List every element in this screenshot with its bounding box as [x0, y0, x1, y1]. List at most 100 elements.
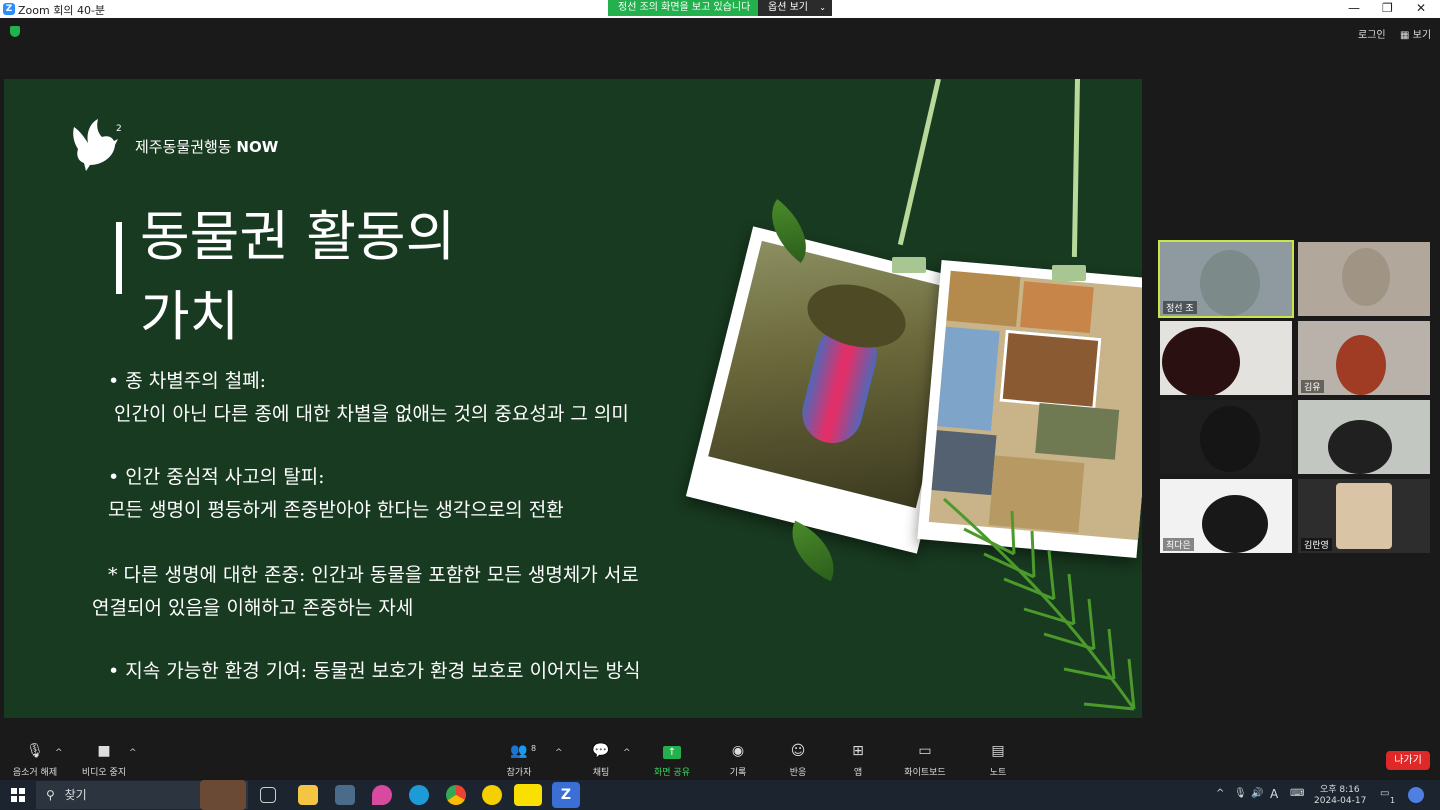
bullet-body-3: 연결되어 있음을 이해하고 존중하는 자세	[92, 597, 414, 619]
tray-expand-caret[interactable]: ^	[1216, 788, 1224, 799]
notes-label: 노트	[989, 768, 1007, 778]
participant-tile[interactable]: 정선 조	[1160, 242, 1292, 316]
bullet-heading-3: * 다른 생명에 대한 존중: 인간과 동물을 포함한 모든 생명체가 서로	[108, 564, 639, 586]
giraffe-thumbnail	[937, 326, 1000, 431]
view-options-button[interactable]: 옵션 보기 ⌄	[758, 0, 832, 16]
participant-name: 정선 조	[1163, 301, 1197, 314]
notes-button[interactable]: ▤ 노트	[963, 743, 1033, 779]
chat-options-caret[interactable]: ^	[623, 748, 631, 758]
participant-video	[1162, 327, 1240, 395]
participant-tile[interactable]: 최다은	[1160, 479, 1292, 553]
file-explorer-icon[interactable]	[298, 785, 318, 805]
taskbar-time[interactable]: 오후 8:16	[1320, 782, 1360, 795]
close-button[interactable]: ✕	[1416, 0, 1426, 16]
participant-video	[1200, 406, 1260, 472]
view-options-label: 옵션 보기	[768, 2, 808, 13]
bullet-heading-2: • 인간 중심적 사고의 탈피:	[108, 466, 325, 488]
participant-video	[1336, 335, 1386, 395]
record-label: 기록	[729, 768, 747, 778]
participant-tile[interactable]: 김란영	[1298, 479, 1430, 553]
chevron-down-icon: ⌄	[819, 3, 826, 12]
participants-icon: 👥	[510, 743, 528, 759]
stop-video-label: 비디오 중지	[81, 768, 127, 778]
login-button[interactable]: 로그인	[1358, 26, 1386, 41]
participant-tile[interactable]	[1160, 400, 1292, 474]
organization-name: 제주동물권행동 NOW	[135, 136, 278, 157]
view-button[interactable]: ▦ 보기	[1400, 26, 1431, 41]
leave-meeting-button[interactable]: 나가기	[1386, 751, 1430, 770]
lion-thumbnail	[946, 270, 1021, 327]
slide-title: 동물권 활동의 가치	[140, 197, 455, 357]
photo-clip	[1052, 265, 1086, 281]
participant-tile[interactable]	[1160, 321, 1292, 395]
apps-button[interactable]: ⊞ 앱	[823, 743, 893, 779]
edge-browser-icon[interactable]	[409, 785, 429, 805]
whiteboard-button[interactable]: ▭ 화이트보드	[890, 743, 960, 779]
window-title-bar: Z Zoom 회의 40-분 정선 조의 화면을 보고 있습니다 옵션 보기 ⌄…	[0, 0, 1440, 18]
bear-thumbnail	[999, 329, 1102, 410]
participant-tile[interactable]: 김유	[1298, 321, 1430, 395]
participant-profile-picture	[1336, 483, 1392, 549]
copilot-icon[interactable]	[1408, 787, 1424, 803]
microphone-icon[interactable]: 🎙	[1234, 788, 1247, 799]
grid-view-icon: ▦	[1400, 30, 1410, 41]
notes-icon: ▤	[991, 743, 1005, 759]
zoom-taskbar-icon[interactable]: Z	[552, 782, 580, 808]
apps-label: 앱	[853, 768, 863, 778]
share-screen-label: 화면 공유	[654, 768, 690, 778]
restore-button[interactable]: ❐	[1382, 0, 1393, 16]
share-screen-icon: ↑	[637, 744, 707, 759]
participant-tile[interactable]	[1298, 242, 1430, 316]
participant-tile[interactable]	[1298, 400, 1430, 474]
kakaotalk-icon[interactable]	[514, 784, 542, 806]
window-title: Zoom 회의 40-분	[18, 4, 106, 17]
bullet-body-2: 모든 생명이 평등하게 존중받아야 한다는 생각으로의 전환	[108, 499, 564, 521]
participants-options-caret[interactable]: ^	[555, 748, 563, 758]
notification-icon[interactable]: ▭	[1380, 788, 1389, 799]
ime-indicator[interactable]: A	[1270, 787, 1278, 801]
notification-count: 1	[1390, 796, 1396, 805]
svg-text:2: 2	[116, 124, 122, 134]
calculator-icon[interactable]	[335, 785, 355, 805]
participant-video	[1202, 495, 1268, 553]
chrome-browser-icon[interactable]	[446, 785, 466, 805]
photo-clip	[892, 257, 926, 273]
taskbar-search-label: 찾기	[64, 788, 87, 802]
participant-name: 김란영	[1301, 538, 1332, 551]
screen-share-banner: 정선 조의 화면을 보고 있습니다	[608, 0, 761, 16]
minimize-button[interactable]: —	[1348, 0, 1360, 16]
reactions-label: 반응	[789, 768, 807, 778]
participants-button[interactable]: 👥 8 참가자	[484, 743, 554, 779]
participant-video	[1200, 250, 1260, 316]
chat-label: 채팅	[592, 768, 610, 778]
participants-label: 참가자	[506, 768, 532, 778]
shield-icon[interactable]	[10, 26, 20, 37]
crocodile-thumbnail	[1035, 403, 1120, 460]
slide-title-line-1: 동물권 활동의	[140, 205, 456, 268]
keyboard-icon[interactable]: ⌨	[1290, 788, 1304, 799]
view-button-label: 보기	[1412, 30, 1432, 41]
search-icon: ⚲	[46, 788, 55, 802]
whiteboard-label: 화이트보드	[904, 768, 946, 778]
whiteboard-icon: ▭	[918, 743, 932, 759]
bullet-heading-1: • 종 차별주의 철폐:	[108, 370, 267, 392]
hanging-string	[1071, 79, 1080, 258]
tiger-thumbnail	[1020, 281, 1094, 334]
share-screen-button[interactable]: ↑ 화면 공유	[637, 744, 707, 778]
participants-count: 8	[531, 744, 537, 753]
task-view-icon[interactable]	[260, 787, 276, 803]
slide-title-line-2: 가치	[140, 285, 240, 348]
media-player-icon[interactable]	[482, 785, 502, 805]
participant-video	[1328, 420, 1392, 474]
taskbar-date[interactable]: 2024-04-17	[1314, 796, 1366, 806]
apps-icon: ⊞	[852, 743, 864, 759]
speaker-icon[interactable]: 🔊	[1251, 788, 1263, 799]
participant-name: 김유	[1301, 380, 1324, 393]
audio-options-caret[interactable]: ^	[55, 748, 63, 758]
windows-start-icon[interactable]	[11, 788, 25, 802]
palm-leaf-decoration	[943, 497, 1136, 711]
paint-drop-icon[interactable]	[372, 785, 392, 805]
search-highlight-image	[200, 780, 246, 810]
video-options-caret[interactable]: ^	[129, 748, 137, 758]
shared-slide: 2 제주동물권행동 NOW 동물권 활동의 가치 • 종 차별주의 철폐: 인간…	[4, 79, 1142, 718]
